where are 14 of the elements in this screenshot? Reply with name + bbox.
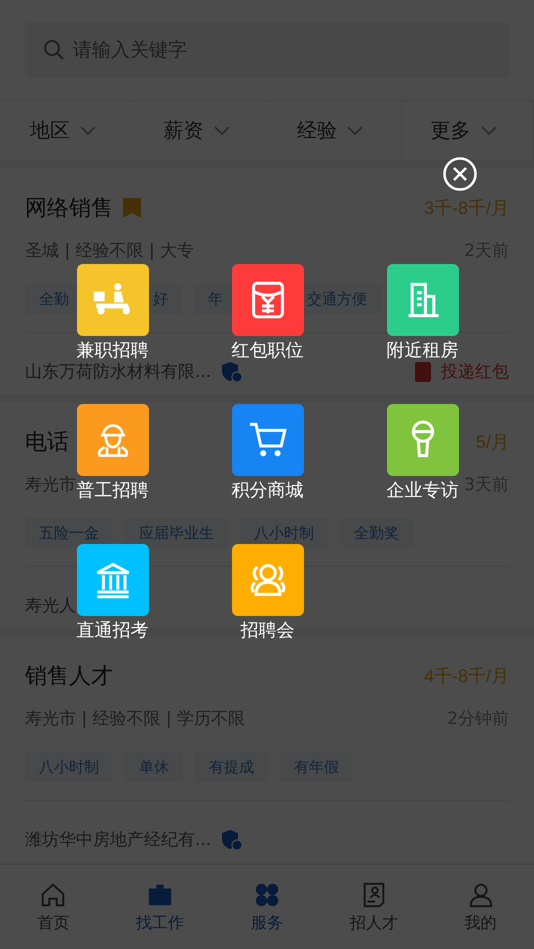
service-item[interactable]: 企业专访 bbox=[386, 404, 458, 500]
apply-bonus-label: 投递红包 bbox=[441, 364, 509, 380]
service-item[interactable]: 积分商城 bbox=[232, 404, 304, 500]
service-item[interactable]: 红包职位 bbox=[232, 264, 304, 360]
service-item[interactable]: 普工招聘 bbox=[76, 404, 148, 500]
close-icon[interactable] bbox=[443, 157, 477, 191]
job-title: 销售人才 bbox=[25, 663, 113, 691]
job-title: 电话 bbox=[25, 429, 69, 457]
salary: 4千-8千/月 bbox=[424, 665, 509, 688]
job-title: 网络销售 bbox=[25, 195, 113, 223]
salary: 3千-8千/月 bbox=[424, 197, 509, 220]
service-item[interactable]: 附近租房 bbox=[386, 264, 458, 360]
salary: 5/月 bbox=[476, 431, 509, 454]
service-item[interactable]: 兼职招聘 bbox=[76, 264, 148, 360]
